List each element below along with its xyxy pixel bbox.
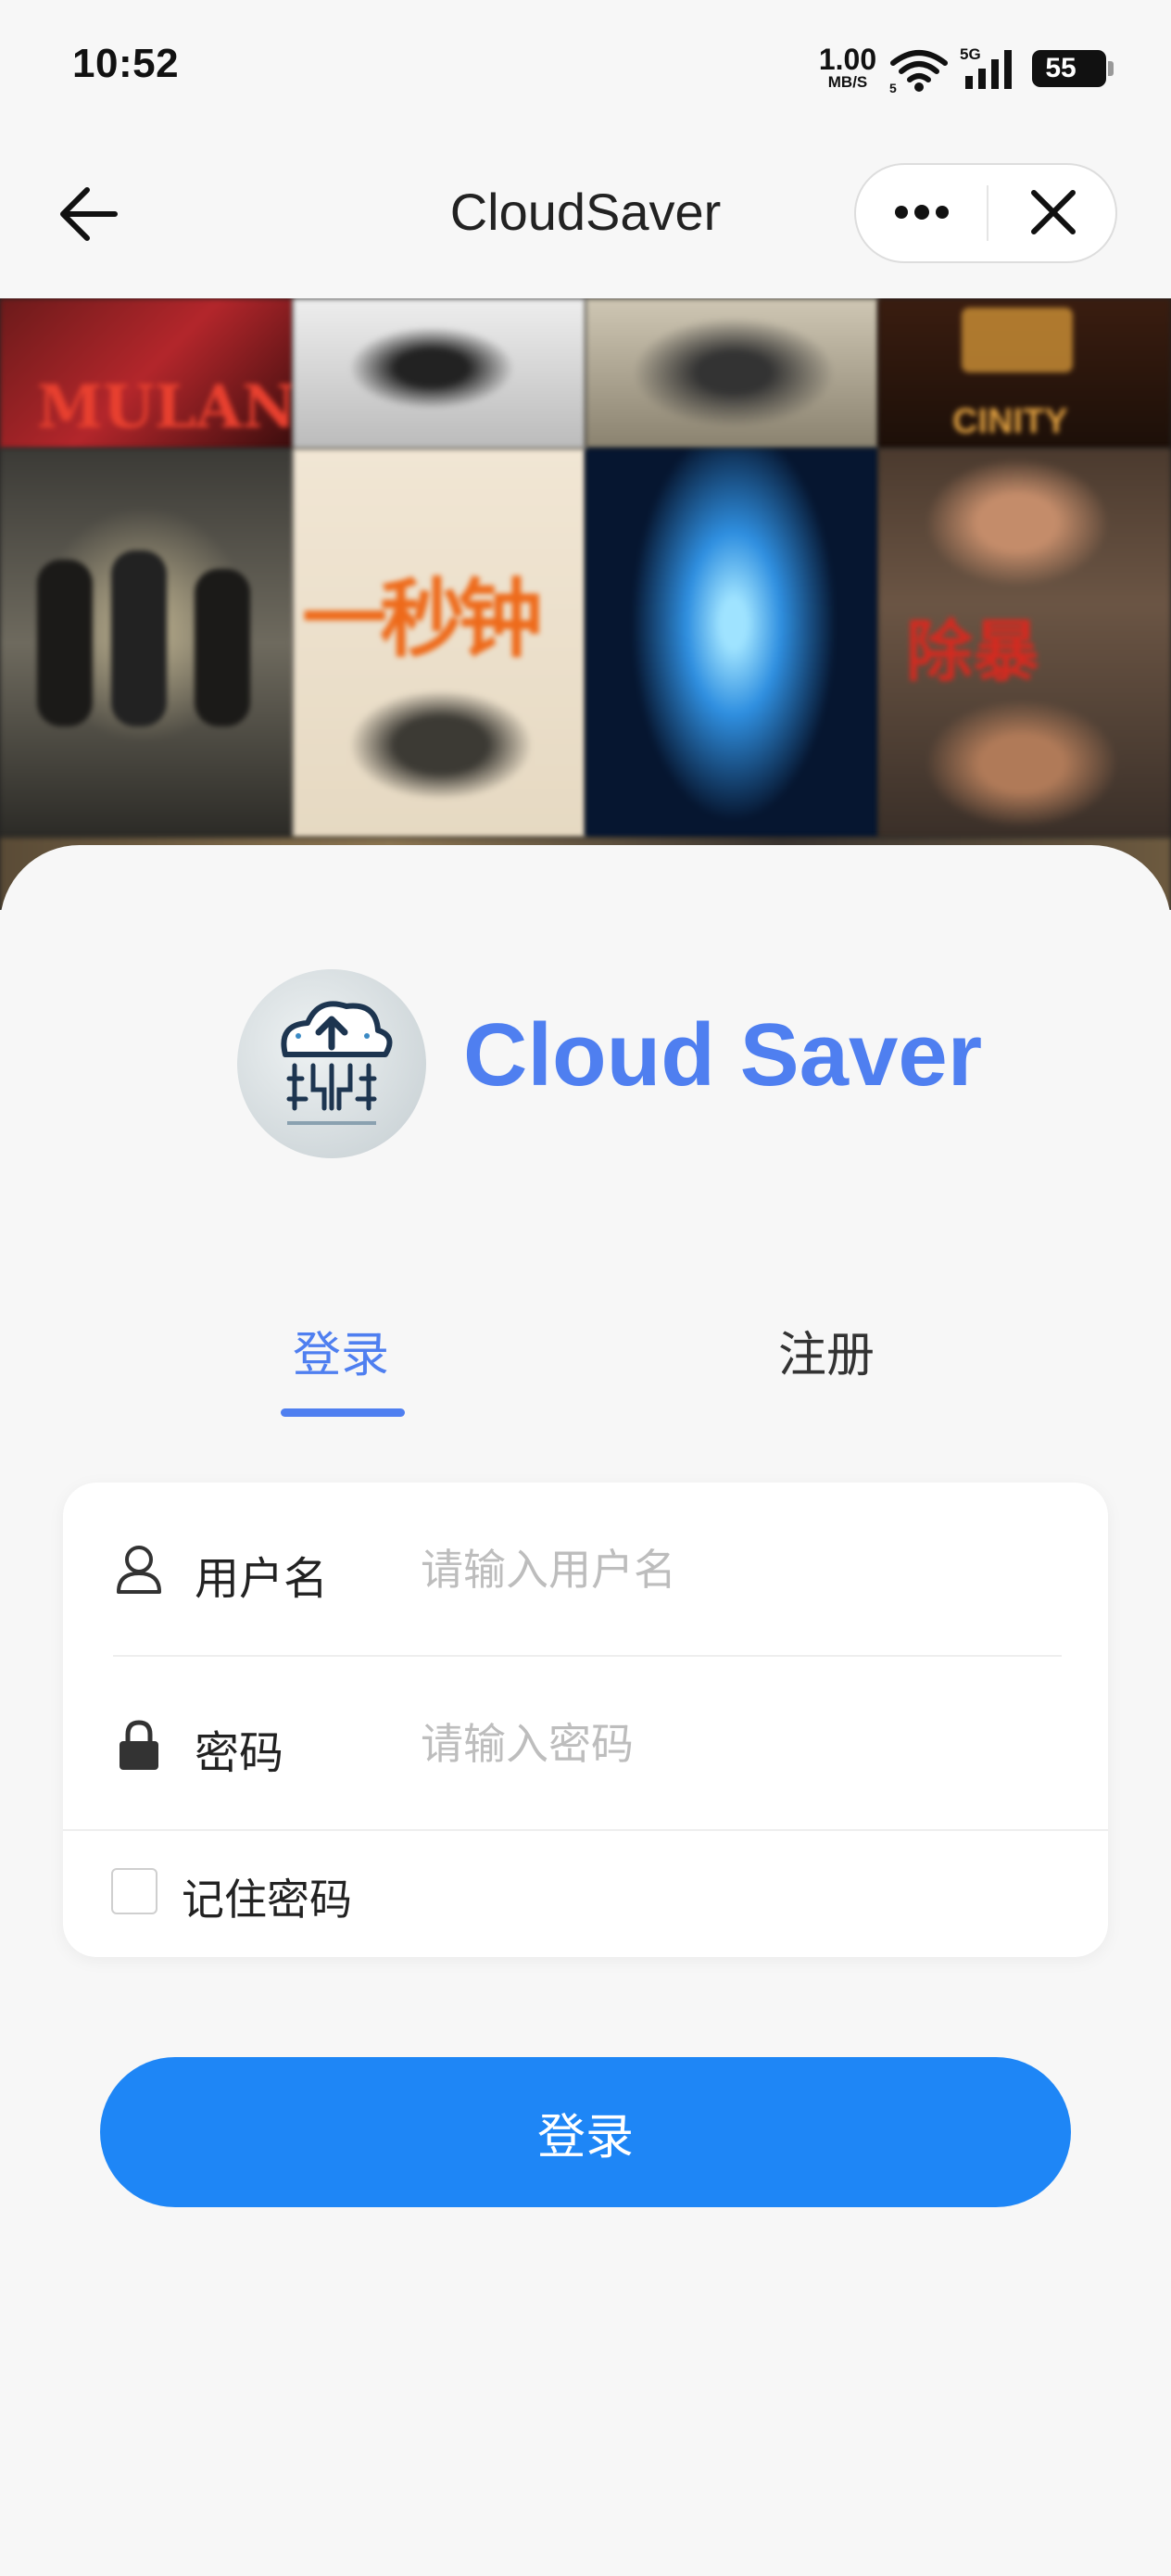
- remember-password-label[interactable]: 记住密码: [182, 1866, 352, 1927]
- username-label: 用户名: [195, 1553, 329, 1605]
- password-label: 密码: [195, 1727, 284, 1779]
- close-button[interactable]: [989, 165, 1115, 261]
- tab-register[interactable]: 注册: [778, 1316, 875, 1385]
- poster-one-second-title: 一秒钟: [302, 569, 543, 669]
- app-logo: [237, 969, 426, 1158]
- network-speed-value: 1.00: [818, 43, 877, 76]
- more-button[interactable]: [856, 165, 986, 261]
- password-input[interactable]: [421, 1716, 1051, 1772]
- network-speed-unit: MB/S: [827, 73, 868, 91]
- battery-icon: 55: [1032, 50, 1114, 87]
- poster-chu-bao: 除暴: [878, 448, 1171, 838]
- tab-active-indicator: [281, 1408, 405, 1417]
- movie-banner: MULAN CINITY 一秒钟 除暴: [0, 298, 1171, 910]
- poster-ink-horse: [293, 298, 586, 448]
- poster-blue-light: [586, 448, 878, 838]
- poster-cinity: CINITY: [878, 298, 1171, 448]
- capsule-divider: [987, 185, 988, 241]
- tab-login[interactable]: 登录: [293, 1316, 389, 1385]
- signal-5g-icon: 5G: [960, 45, 1012, 89]
- username-input[interactable]: [421, 1542, 1051, 1597]
- cloud-upload-circuit-icon: [281, 1001, 393, 1125]
- poster-ink-sketch: [586, 298, 878, 448]
- login-button[interactable]: 登录: [100, 2057, 1071, 2207]
- lock-icon: [120, 1720, 158, 1770]
- poster-chu-bao-title: 除暴: [906, 612, 1040, 690]
- status-time: 10:52: [72, 41, 180, 86]
- wifi-icon: 5: [889, 50, 948, 93]
- poster-mulan-title: MULAN: [37, 373, 293, 442]
- poster-one-second-a: [0, 448, 293, 838]
- battery-level: 55: [1045, 53, 1077, 83]
- svg-text:5: 5: [889, 81, 897, 93]
- login-form: 用户名 密码 记住密码: [63, 1483, 1108, 1957]
- remember-password-checkbox[interactable]: [111, 1868, 157, 1914]
- brand-name: Cloud Saver: [463, 1005, 983, 1105]
- user-icon: [117, 1546, 161, 1594]
- poster-mulan: MULAN: [0, 298, 293, 448]
- poster-cinity-title: CINITY: [952, 402, 1068, 441]
- form-divider: [63, 1829, 1108, 1831]
- mini-program-capsule: [854, 163, 1117, 263]
- poster-one-second-b: 一秒钟: [293, 448, 586, 838]
- svg-text:5G: 5G: [960, 45, 981, 63]
- close-icon: [1031, 190, 1076, 234]
- form-divider: [113, 1655, 1062, 1657]
- network-speed: 1.00 MB/S: [815, 44, 880, 90]
